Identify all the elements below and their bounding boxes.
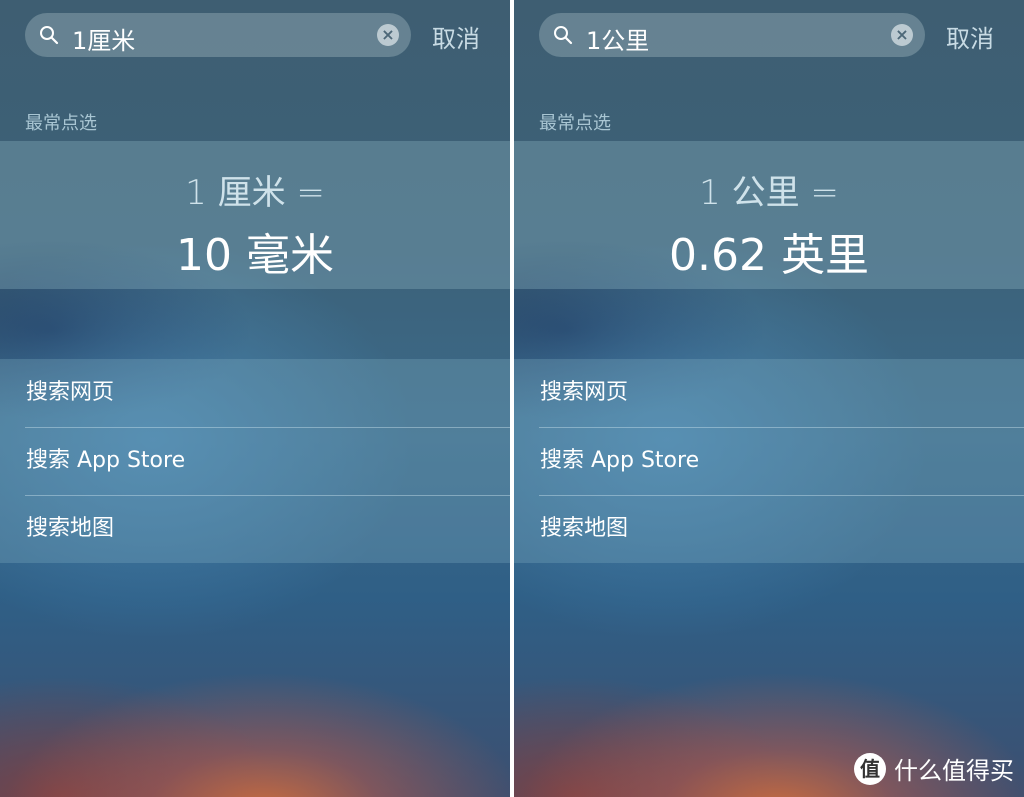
- search-maps-row[interactable]: 搜索地图: [0, 495, 510, 563]
- search-field[interactable]: 1厘米 ×: [25, 13, 411, 57]
- spotlight-panel-left: 1厘米 × 取消 最常点选 1 厘米 = 10 毫米 搜索网页 搜索 App S…: [0, 0, 510, 797]
- search-web-row[interactable]: 搜索网页: [0, 359, 510, 427]
- spotlight-panel-right: 1公里 × 取消 最常点选 1 公里 = 0.62 英里 搜索网页 搜索 App…: [514, 0, 1024, 797]
- cancel-button[interactable]: 取消: [946, 19, 994, 54]
- search-query[interactable]: 1厘米: [72, 21, 135, 56]
- search-maps-row[interactable]: 搜索地图: [514, 495, 1024, 563]
- conversion-from: 1 厘米 =: [185, 173, 325, 213]
- conversion-from: 1 公里 =: [699, 173, 839, 213]
- search-field[interactable]: 1公里 ×: [539, 13, 925, 57]
- conversion-result[interactable]: 1 公里 = 0.62 英里: [514, 141, 1024, 289]
- search-app-store-row[interactable]: 搜索 App Store: [514, 427, 1024, 495]
- search-query[interactable]: 1公里: [586, 21, 649, 56]
- section-header: 最常点选: [539, 113, 611, 134]
- search-options-list: 搜索网页 搜索 App Store 搜索地图: [0, 359, 510, 563]
- conversion-to: 10 毫米: [176, 230, 334, 281]
- watermark: 值 什么值得买: [854, 751, 1014, 786]
- watermark-text: 什么值得买: [894, 757, 1014, 785]
- cancel-button[interactable]: 取消: [432, 19, 480, 54]
- search-options-list: 搜索网页 搜索 App Store 搜索地图: [514, 359, 1024, 563]
- conversion-to: 0.62 英里: [669, 230, 869, 281]
- watermark-logo-icon: 值: [854, 752, 886, 785]
- conversion-result[interactable]: 1 厘米 = 10 毫米: [0, 141, 510, 289]
- search-icon: [40, 26, 59, 45]
- search-icon: [554, 26, 573, 45]
- search-web-row[interactable]: 搜索网页: [514, 359, 1024, 427]
- clear-icon[interactable]: ×: [891, 24, 913, 46]
- section-header: 最常点选: [25, 113, 97, 134]
- search-app-store-row[interactable]: 搜索 App Store: [0, 427, 510, 495]
- clear-icon[interactable]: ×: [377, 24, 399, 46]
